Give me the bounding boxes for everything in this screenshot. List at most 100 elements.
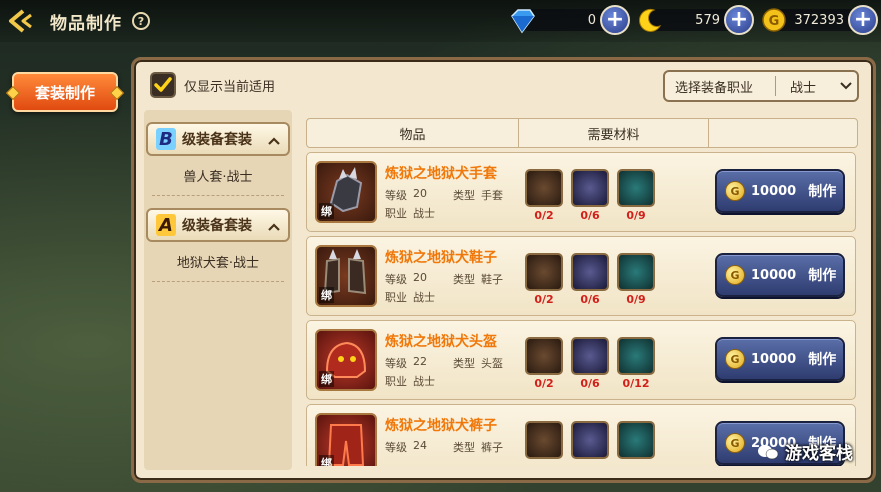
category-item-orc-warrior[interactable]: 兽人套·战士 — [152, 156, 284, 196]
material-claw-icon[interactable] — [525, 169, 563, 207]
item-name: 炼狱之地狱犬头盔 — [385, 334, 497, 350]
boots-icon[interactable]: 绑 — [315, 245, 377, 307]
material-feather-icon[interactable] — [525, 337, 563, 375]
craft-button[interactable]: G 10000 制作 — [715, 253, 845, 297]
job-label: 职业 — [385, 207, 407, 220]
material-hide-icon[interactable] — [571, 421, 609, 459]
material-hide-icon[interactable] — [571, 169, 609, 207]
table-header: 物品 需要材料 — [306, 118, 858, 148]
filter-checkbox[interactable] — [150, 72, 176, 98]
add-diamond-button[interactable]: + — [600, 5, 630, 35]
type-value: 手套 — [481, 189, 503, 202]
chevron-up-icon — [268, 216, 288, 235]
helmet-icon[interactable]: 绑 — [315, 329, 377, 391]
item-name: 炼狱之地狱犬手套 — [385, 166, 497, 182]
type-label: 类型 — [453, 273, 475, 286]
help-button[interactable]: ? — [132, 12, 150, 30]
material-count: 0/2 — [534, 209, 554, 222]
grade-b-icon: B — [156, 128, 176, 150]
level-value: 24 — [413, 439, 427, 452]
set-crafting-tab-label: 套装制作 — [34, 83, 95, 102]
column-header-action — [709, 119, 857, 147]
chevron-up-icon — [268, 130, 288, 149]
checkmark-icon — [154, 77, 172, 92]
material-count: 0/9 — [626, 209, 646, 222]
craft-cost: 10000 — [751, 351, 797, 367]
column-header-item: 物品 — [307, 119, 519, 147]
recipe-list: 绑 炼狱之地狱犬手套 等级 20 类型 手套 职业 战士 0/2 0/6 0/9… — [300, 152, 862, 466]
bound-tag: 绑 — [319, 455, 334, 466]
gold-coin-icon: G — [725, 433, 745, 453]
type-label: 类型 — [453, 189, 475, 202]
back-button[interactable] — [0, 0, 42, 42]
type-value: 鞋子 — [481, 273, 503, 286]
svg-text:G: G — [769, 14, 780, 29]
job-select-dropdown[interactable]: 选择装备职业 战士 — [663, 70, 859, 102]
chevron-down-icon — [835, 82, 857, 90]
category-title: 级装备套装 — [182, 218, 252, 234]
back-arrow-icon — [9, 9, 32, 33]
recipe-row: 绑 炼狱之地狱犬头盔 等级 22 类型 头盔 职业 战士 0/2 0/6 0/1… — [306, 320, 856, 400]
type-value: 头盔 — [481, 357, 503, 370]
material-hide-icon[interactable] — [571, 337, 609, 375]
material-count: 0/2 — [534, 293, 554, 306]
category-list: B 级装备套装 兽人套·战士 A 级装备套装 地狱犬套·战士 — [144, 110, 292, 470]
type-label: 类型 — [453, 357, 475, 370]
column-header-materials: 需要材料 — [519, 119, 709, 147]
craft-cost: 10000 — [751, 267, 797, 283]
filter-current-applicable[interactable]: 仅显示当前适用 — [150, 72, 275, 98]
type-value: 裤子 — [481, 441, 503, 454]
add-gold-button[interactable]: + — [848, 5, 878, 35]
category-header-b[interactable]: B 级装备套装 — [146, 122, 290, 156]
craft-button[interactable]: G 10000 制作 — [715, 169, 845, 213]
bound-tag: 绑 — [319, 287, 334, 303]
material-count: 0/2 — [534, 377, 554, 390]
job-value: 战士 — [413, 291, 435, 304]
watermark-text: 游戏客栈 — [785, 444, 853, 464]
material-count: 0/9 — [626, 293, 646, 306]
moon-amount: 579 — [695, 12, 720, 28]
bound-tag: 绑 — [319, 203, 334, 219]
material-count: 0/6 — [580, 377, 600, 390]
material-paw-icon[interactable] — [525, 421, 563, 459]
material-claw-icon[interactable] — [525, 253, 563, 291]
item-name: 炼狱之地狱犬鞋子 — [385, 250, 497, 266]
material-count: 0/6 — [580, 209, 600, 222]
craft-button[interactable]: G 10000 制作 — [715, 337, 845, 381]
material-count: 0/12 — [622, 377, 650, 390]
level-label: 等级 — [385, 189, 407, 202]
category-item-hellhound-warrior[interactable]: 地狱犬套·战士 — [152, 242, 284, 282]
gold-amount: 372393 — [794, 12, 844, 28]
material-cube-icon[interactable] — [617, 337, 655, 375]
material-hide-icon[interactable] — [571, 253, 609, 291]
gauntlet-icon[interactable]: 绑 — [315, 161, 377, 223]
currency-moon: 579 + — [639, 5, 754, 35]
craft-label: 制作 — [808, 352, 837, 368]
item-name: 炼狱之地狱犬裤子 — [385, 418, 497, 434]
job-value: 战士 — [413, 207, 435, 220]
material-cube-icon[interactable] — [617, 421, 655, 459]
craft-label: 制作 — [808, 268, 837, 284]
job-label: 职业 — [385, 291, 407, 304]
wechat-icon — [758, 444, 779, 459]
recipe-row: 绑 炼狱之地狱犬手套 等级 20 类型 手套 职业 战士 0/2 0/6 0/9… — [306, 152, 856, 232]
set-crafting-tab[interactable]: 套装制作 — [5, 72, 125, 112]
diamond-amount: 0 — [587, 12, 596, 28]
material-cube-icon[interactable] — [617, 169, 655, 207]
type-label: 类型 — [453, 441, 475, 454]
moon-icon — [639, 8, 662, 32]
job-select-value: 战士 — [790, 80, 817, 96]
material-count: 0/6 — [580, 293, 600, 306]
category-title: 级装备套装 — [182, 132, 252, 148]
material-cube-icon[interactable] — [617, 253, 655, 291]
watermark: 游戏客栈 — [757, 439, 853, 464]
pants-icon[interactable]: 绑 — [315, 413, 377, 466]
level-label: 等级 — [385, 357, 407, 370]
gold-coin-icon: G — [725, 265, 745, 285]
category-header-a[interactable]: A 级装备套装 — [146, 208, 290, 242]
add-moon-button[interactable]: + — [724, 5, 754, 35]
job-value: 战士 — [413, 375, 435, 388]
crafting-panel: 仅显示当前适用 选择装备职业 战士 B 级装备套装 兽人套·战士 A 级装备套装… — [131, 57, 876, 483]
filter-label: 仅显示当前适用 — [184, 79, 276, 95]
currency-diamond: 0 + — [511, 5, 630, 35]
